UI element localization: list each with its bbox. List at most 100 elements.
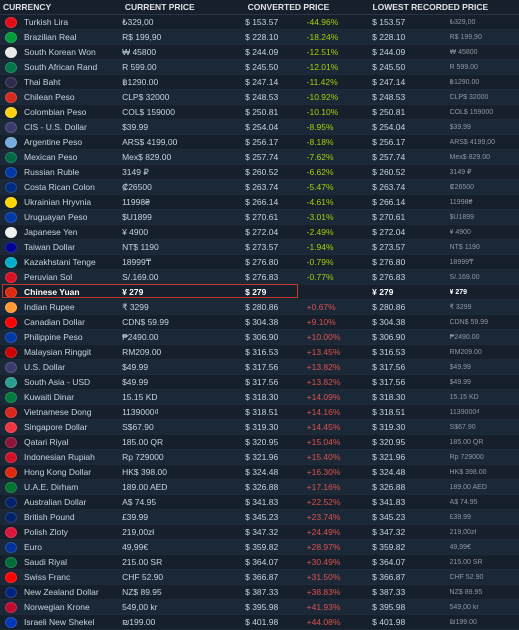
table-row[interactable]: Ukrainian Hryvnia 11998₴ $ 266.14 -4.61% $ 2… [0,195,519,210]
header-lowest-price[interactable]: LOWEST RECORDED PRICE [370,2,519,12]
table-row[interactable]: U.A.E. Dirham 189.00 AED $ 326.88 +17.16% $ … [0,480,519,495]
lowest-price-cell: $ 319.30 [372,422,406,432]
table-row[interactable]: Indonesian Rupiah Rp 729000 $ 321.96 +15.40… [0,450,519,465]
table-row[interactable]: South Korean Won ₩ 45800 $ 244.09 -12.51% $ … [0,45,519,60]
current-price-cell: Mex$ 829.00 [122,152,172,162]
currency-cell: U.A.E. Dirham [0,481,120,493]
current-price-cell: ₡26500 [122,182,152,192]
table-row[interactable]: Kuwaiti Dinar 15.15 KD $ 318.30 +14.09% $ 31… [0,390,519,405]
table-row[interactable]: South Asia - USD $49.99 $ 317.56 +13.82% $ 3… [0,375,519,390]
lowest-price-cell: $ 260.52 [372,167,406,177]
header-converted-price[interactable]: CONVERTED PRICE [246,2,371,12]
table-row[interactable]: Malaysian Ringgit RM209.00 $ 316.53 +13.45%… [0,345,519,360]
table-row[interactable]: CIS - U.S. Dollar $39.99 $ 254.04 -8.95% $ 2… [0,120,519,135]
currency-name: Costa Rican Colon [24,182,95,192]
table-row[interactable]: Euro 49,99€ $ 359.82 +28.97% $ 359.82 49,99€ [0,540,519,555]
price-difference-cell: -7.62% [306,152,334,162]
lowest-price-cell: $ 345.23 [372,512,406,522]
table-row[interactable]: Brazilian Real R$ 199,90 $ 228.10 -18.24% $ … [0,30,519,45]
table-row[interactable]: Kazakhstani Tenge 18999₸ $ 276.80 -0.79% $ 2… [0,255,519,270]
price-difference-cell: -12.51% [306,47,339,57]
table-row[interactable]: Mexican Peso Mex$ 829.00 $ 257.74 -7.62% $ 2… [0,150,519,165]
table-row[interactable]: Colombian Peso COL$ 159000 $ 250.81 -10.10%… [0,105,519,120]
price-difference-cell: +15.40% [306,452,341,462]
flag-icon [5,346,17,358]
table-row[interactable]: Uruguayan Peso $U1899 $ 270.61 -3.01% $ 270.… [0,210,519,225]
current-price-cell: A$ 74.95 [122,497,157,507]
table-row[interactable]: South African Rand R 599.00 $ 245.50 -12.01… [0,60,519,75]
lowest-local-price-cell: $U1899 [449,213,475,221]
table-row[interactable]: Qatari Riyal 185.00 QR $ 320.95 +15.04% $ 32… [0,435,519,450]
flag-icon [5,286,17,298]
table-row[interactable]: Philippine Peso ₱2490.00 $ 306.90 +10.00% $ … [0,330,519,345]
table-row[interactable]: Saudi Riyal 215.00 SR $ 364.07 +30.49% $ 364… [0,555,519,570]
currency-cell: Costa Rican Colon [0,181,120,193]
converted-price-cell: $ 228.10 [245,32,279,42]
flag-icon [5,466,17,478]
flag-icon [5,241,17,253]
table-row[interactable]: Vietnamese Dong 1139000₫ $ 318.51 +14.16% $ … [0,405,519,420]
flag-icon [5,541,17,553]
price-difference-cell: +14.45% [306,422,341,432]
price-difference-cell: -2.49% [306,227,334,237]
lowest-price-cell: $ 228.10 [372,32,406,42]
table-row[interactable]: Taiwan Dollar NT$ 1190 $ 273.57 -1.94% $ 273… [0,240,519,255]
lowest-price-cell: ¥ 279 [372,287,394,297]
lowest-local-price-cell: 189.00 AED [449,483,487,491]
currency-name: Malaysian Ringgit [24,347,92,357]
table-row[interactable]: Thai Baht ฿1290.00 $ 247.14 -11.42% $ 247.14… [0,75,519,90]
currency-name: Kazakhstani Tenge [24,257,96,267]
flag-icon [5,571,17,583]
table-row[interactable]: Indian Rupee ₹ 3299 $ 280.86 +0.67% $ 280.86… [0,300,519,315]
converted-price-cell: $ 324.48 [245,467,279,477]
converted-price-cell: $ 401.98 [245,617,279,627]
lowest-price-cell: $ 366.87 [372,572,406,582]
flag-icon [5,556,17,568]
header-current-price[interactable]: CURRENT PRICE [123,2,246,12]
table-row[interactable]: Israeli New Shekel ₪199.00 $ 401.98 +44.08%… [0,615,519,630]
table-row[interactable]: Polish Zloty 219,00zł $ 347.32 +24.49% $ 347… [0,525,519,540]
table-row[interactable]: U.S. Dollar $49.99 $ 317.56 +13.82% $ 317.56… [0,360,519,375]
table-row[interactable]: Russian Ruble 3149 ₽ $ 260.52 -6.62% $ 260.5… [0,165,519,180]
currency-name: Qatari Riyal [24,437,69,447]
table-row[interactable]: Peruvian Sol S/.169.00 $ 276.83 -0.77% $ 276… [0,270,519,285]
flag-icon [5,526,17,538]
table-body: Turkish Lira ₺329,00 $ 153.57 -44.96% $ 153.… [0,15,519,630]
converted-price-cell: $ 321.96 [245,452,279,462]
converted-price-cell: $ 366.87 [245,572,279,582]
currency-cell: British Pound [0,511,120,523]
flag-icon [5,256,17,268]
table-row[interactable]: Singapore Dollar S$67.90 $ 319.30 +14.45% $ … [0,420,519,435]
flag-icon [5,361,17,373]
converted-price-cell: $ 245.50 [245,62,279,72]
table-row[interactable]: Chilean Peso CLP$ 32000 $ 248.53 -10.92% $ 2… [0,90,519,105]
header-currency[interactable]: CURRENCY [0,2,123,12]
table-row[interactable]: Chinese Yuan ¥ 279 $ 279 ¥ 279 ¥ 279 [0,284,519,300]
table-row[interactable]: Turkish Lira ₺329,00 $ 153.57 -44.96% $ 153.… [0,15,519,30]
lowest-local-price-cell: CLP$ 32000 [449,93,489,101]
lowest-price-cell: $ 254.04 [372,122,406,132]
table-row[interactable]: Norwegian Krone 549,00 kr $ 395.98 +41.93% $… [0,600,519,615]
currency-cell: Peruvian Sol [0,271,120,283]
current-price-cell: ₹ 3299 [122,301,149,312]
table-row[interactable]: Hong Kong Dollar HK$ 398.00 $ 324.48 +16.30… [0,465,519,480]
current-price-cell: $U1899 [122,212,152,222]
current-price-cell: CDN$ 59.99 [122,317,169,327]
table-row[interactable]: Argentine Peso ARS$ 4199,00 $ 256.17 -8.18%… [0,135,519,150]
table-row[interactable]: Australian Dollar A$ 74.95 $ 341.83 +22.52%… [0,495,519,510]
table-row[interactable]: Canadian Dollar CDN$ 59.99 $ 304.38 +9.10% $… [0,315,519,330]
current-price-cell: 49,99€ [122,542,149,552]
flag-icon [5,211,17,223]
table-row[interactable]: Japanese Yen ¥ 4900 $ 272.04 -2.49% $ 272.04… [0,225,519,240]
table-row[interactable]: British Pound £39.99 $ 345.23 +23.74% $ 345.… [0,510,519,525]
lowest-price-cell: $ 318.51 [372,407,406,417]
table-row[interactable]: Costa Rican Colon ₡26500 $ 263.74 -5.47% $ 2… [0,180,519,195]
lowest-local-price-cell: ₹ 3299 [449,304,472,311]
currency-name: Israeli New Shekel [24,617,95,627]
current-price-cell: S/.169.00 [122,272,159,282]
lowest-price-cell: $ 347.32 [372,527,406,537]
table-row[interactable]: Swiss Franc CHF 52.90 $ 366.87 +31.50% $ 366… [0,570,519,585]
lowest-local-price-cell: 3149 ₽ [449,169,472,176]
price-difference-cell: -3.01% [306,212,334,222]
currency-name: Uruguayan Peso [24,212,88,222]
